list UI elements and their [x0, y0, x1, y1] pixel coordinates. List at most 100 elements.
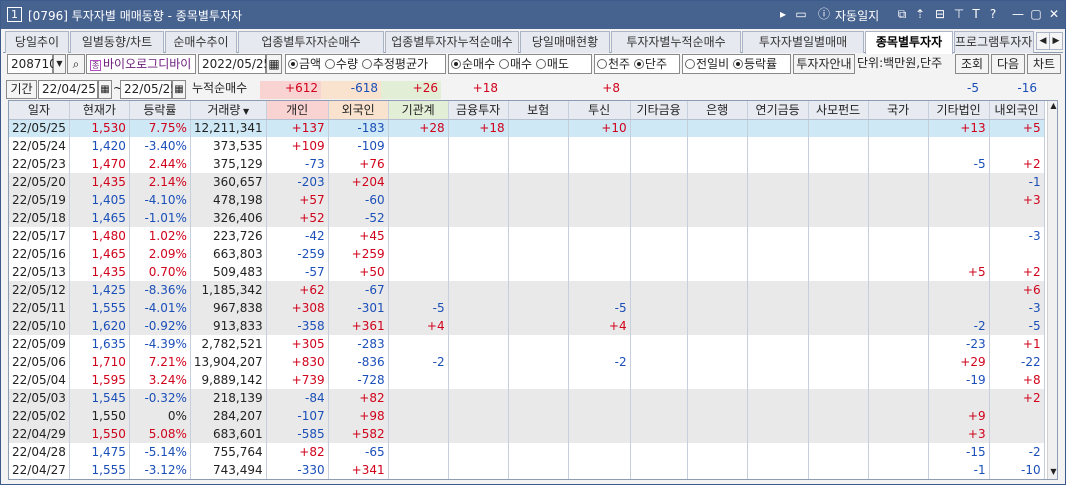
column-header[interactable]: 사모펀드	[808, 101, 869, 120]
font-icon[interactable]: T	[969, 5, 983, 23]
table-cell	[448, 191, 509, 209]
close-icon[interactable]: ✕	[1046, 5, 1062, 23]
radio-single-shares[interactable]	[633, 59, 644, 69]
table-row[interactable]: 22/05/12 1,425 -8.36% 1,185,342 +62 -67 +6	[9, 281, 1045, 299]
table-row[interactable]: 22/05/18 1,465 -1.01% 326,406 +52 -52	[9, 209, 1045, 227]
chart-button[interactable]: 차트	[1027, 54, 1061, 74]
table-cell: 22/05/09	[9, 335, 70, 353]
tab-stock-investor[interactable]: 종목별투자자	[865, 31, 953, 54]
column-header[interactable]: 개인	[266, 101, 329, 120]
radio-net-buy[interactable]	[451, 59, 461, 69]
table-cell: -4.01%	[129, 299, 191, 317]
pin-icon[interactable]: ⊤	[951, 5, 967, 23]
search-icon[interactable]: ⌕	[67, 54, 85, 74]
table-row[interactable]: 22/05/11 1,555 -4.01% 967,838 +308 -301 -5 -5 -3	[9, 299, 1045, 317]
radio-amount[interactable]	[288, 59, 298, 69]
detach-icon[interactable]: ⧉	[894, 5, 910, 23]
vertical-scrollbar[interactable]: ▲ ▼	[1047, 101, 1057, 479]
table-row[interactable]: 22/05/19 1,405 -4.10% 478,198 +57 -60 +3	[9, 191, 1045, 209]
column-header[interactable]: 금융투자	[448, 101, 509, 120]
tab-net-buy-trend[interactable]: 순매수추이	[165, 31, 237, 53]
radio-1000-shares[interactable]	[597, 59, 607, 69]
column-header[interactable]: 국가	[868, 101, 929, 120]
table-row[interactable]: 22/05/16 1,465 2.09% 663,803 -259 +259	[9, 245, 1045, 263]
investor-guide-button[interactable]: 투자자안내	[793, 54, 855, 74]
trade-side-group: 순매수 매수 매도	[448, 54, 592, 74]
table-row[interactable]: 22/05/06 1,710 7.21% 13,904,207 +830 -836 -2 -2…	[9, 353, 1045, 371]
tab-investor-cum-net[interactable]: 투자자별누적순매수	[611, 31, 741, 53]
radio-avg-price[interactable]	[361, 59, 372, 69]
column-header[interactable]: 기타금융	[630, 101, 688, 120]
radio-prev-day[interactable]	[685, 59, 695, 69]
minimize-icon[interactable]: —	[1010, 5, 1026, 23]
table-row[interactable]: 22/05/24 1,420 -3.40% 373,535 +109 -109	[9, 137, 1045, 155]
tab-program-investor[interactable]: 프로그램투자자별매매	[954, 31, 1034, 53]
table-row[interactable]: 22/05/02 1,550 0% 284,207 -107 +98 +9	[9, 407, 1045, 425]
column-header[interactable]: 거래량 ▼	[190, 101, 267, 120]
tab-daily-chart[interactable]: 일별동향/차트	[70, 31, 164, 53]
tab-next-icon[interactable]: ▶	[1049, 32, 1063, 50]
table-row[interactable]: 22/04/27 1,555 -3.12% 743,494 -330 +341 -1 -10	[9, 461, 1045, 479]
value-type-group: 금액 수량 추정평균가	[285, 54, 446, 74]
maximize-icon[interactable]: ▢	[1028, 5, 1044, 23]
radio-rate[interactable]	[732, 59, 743, 69]
radio-buy[interactable]	[498, 59, 509, 69]
column-header[interactable]: 일자	[9, 101, 70, 120]
table-cell	[747, 371, 809, 389]
table-row[interactable]: 22/05/04 1,595 3.24% 9,889,142 +739 -728 -19 +8	[9, 371, 1045, 389]
tab-sector-investor-net[interactable]: 업종별투자자순매수	[238, 31, 384, 53]
tab-sector-investor-cum[interactable]: 업종별투자자누적순매수	[385, 31, 519, 53]
table-row[interactable]: 22/05/25 1,530 7.75% 12,211,341 +137 -183 +28 +…	[9, 119, 1045, 137]
play-icon[interactable]: ▸	[776, 5, 790, 23]
upload-icon[interactable]: ⇡	[912, 5, 928, 23]
column-header[interactable]: 외국인	[328, 101, 389, 120]
scroll-up-icon[interactable]: ▲	[1049, 101, 1057, 111]
table-row[interactable]: 22/05/09 1,635 -4.39% 2,782,521 +305 -283 -23 +…	[9, 335, 1045, 353]
table-cell: -283	[328, 335, 389, 353]
table-row[interactable]: 22/04/28 1,475 -5.14% 755,764 +82 -65 -15 -2	[9, 443, 1045, 461]
tab-investor-daily[interactable]: 투자자별일별매매	[742, 31, 864, 53]
table-cell: -3	[989, 227, 1045, 245]
table-row[interactable]: 22/04/29 1,550 5.08% 683,601 -585 +582 +3	[9, 425, 1045, 443]
tab-prev-icon[interactable]: ◀	[1036, 32, 1050, 50]
window-list-icon[interactable]: ▭	[793, 5, 809, 23]
table-cell: -2	[989, 443, 1045, 461]
period-from-calendar-icon[interactable]: ▦	[98, 80, 112, 99]
code-dropdown-icon[interactable]: ▼	[53, 54, 66, 74]
column-header[interactable]: 등락률	[129, 101, 191, 120]
table-cell: 3.24%	[129, 371, 191, 389]
table-row[interactable]: 22/05/17 1,480 1.02% 223,726 -42 +45 -3	[9, 227, 1045, 245]
column-header[interactable]: 연기금등	[747, 101, 809, 120]
tab-daily-trend[interactable]: 당일추이	[5, 31, 69, 53]
period-to-input[interactable]: 22/05/25	[120, 80, 178, 99]
table-cell	[448, 263, 509, 281]
column-header[interactable]: 기관계	[388, 101, 449, 120]
auto-log-label[interactable]: 자동일지	[835, 7, 879, 24]
save-icon[interactable]: ⊟	[932, 5, 948, 23]
calendar-icon[interactable]: ▦	[266, 54, 282, 74]
period-to-calendar-icon[interactable]: ▦	[172, 80, 186, 99]
period-from-input[interactable]: 22/04/25	[38, 80, 98, 99]
column-header[interactable]: 기타법인	[928, 101, 990, 120]
column-header[interactable]: 보험	[508, 101, 569, 120]
table-row[interactable]: 22/05/20 1,435 2.14% 360,657 -203 +204 -1	[9, 173, 1045, 191]
table-row[interactable]: 22/05/13 1,435 0.70% 509,483 -57 +50 +5 +2	[9, 263, 1045, 281]
sort-arrow-icon[interactable]: ▼	[240, 107, 249, 116]
table-row[interactable]: 22/05/03 1,545 -0.32% 218,139 -84 +82 +2	[9, 389, 1045, 407]
stock-code-input[interactable]: 208710	[7, 54, 57, 74]
tab-today-trading[interactable]: 당일매매현황	[520, 31, 610, 53]
column-header[interactable]: 내외국인	[989, 101, 1045, 120]
date-input[interactable]: 2022/05/25	[198, 54, 271, 74]
column-header[interactable]: 은행	[687, 101, 748, 120]
radio-sell[interactable]	[535, 59, 546, 69]
next-button[interactable]: 다음	[991, 54, 1025, 74]
help-icon[interactable]: ?	[986, 5, 1000, 23]
column-header[interactable]: 투신	[568, 101, 631, 120]
table-row[interactable]: 22/05/23 1,470 2.44% 375,129 -73 +76 -5 +2	[9, 155, 1045, 173]
scroll-down-icon[interactable]: ▼	[1049, 467, 1057, 477]
column-header[interactable]: 현재가	[69, 101, 130, 120]
table-row[interactable]: 22/05/10 1,620 -0.92% 913,833 -358 +361 +4 +4 -2…	[9, 317, 1045, 335]
radio-quantity[interactable]	[324, 59, 335, 69]
info-icon[interactable]: ⓘ	[816, 5, 832, 23]
search-button[interactable]: 조회	[955, 54, 989, 74]
